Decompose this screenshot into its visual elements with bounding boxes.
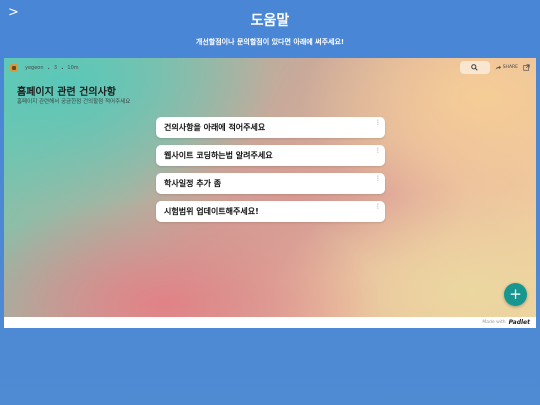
post-text: 학사일정 추가 좀 <box>164 179 222 188</box>
post-text: 웹사이트 코딩하는법 알려주세요 <box>164 151 273 160</box>
board-meta: yegeon • 3 • 10m <box>10 64 79 72</box>
post-card[interactable]: 건의사항을 아래에 적어주세요 ⋮ <box>156 117 385 138</box>
add-post-button[interactable]: + <box>504 283 527 306</box>
post-menu-icon[interactable]: ⋮ <box>375 120 381 126</box>
padlet-embed: yegeon • 3 • 10m SHARE 홈페이지 관련 건의사항 홈페이지… <box>4 58 536 328</box>
post-menu-icon[interactable]: ⋮ <box>375 176 381 182</box>
post-menu-icon[interactable]: ⋮ <box>375 148 381 154</box>
page-title: 도움말 <box>250 13 290 29</box>
like-count: 3 <box>53 65 58 71</box>
post-menu-icon[interactable]: ⋮ <box>375 204 381 210</box>
share-label: SHARE <box>502 65 518 70</box>
padlet-footer: Made with Padlet <box>4 317 536 328</box>
post-text: 건의사항을 아래에 적어주세요 <box>164 123 266 132</box>
board-time: 10m <box>67 65 79 71</box>
search-button[interactable] <box>459 61 490 74</box>
page-subtitle: 개선할점이나 문의할점이 있다면 아래에 써주세요! <box>195 38 345 46</box>
board-title: 홈페이지 관련 건의사항 <box>17 87 116 98</box>
owner-name[interactable]: yegeon <box>25 65 44 71</box>
owner-avatar[interactable] <box>10 64 18 72</box>
post-text: 시험범위 업데이트해주세요! <box>164 207 259 216</box>
share-button[interactable]: SHARE <box>495 65 518 71</box>
post-card[interactable]: 웹사이트 코딩하는법 알려주세요 ⋮ <box>156 145 385 166</box>
meta-separator: • <box>61 65 64 71</box>
padlet-board: yegeon • 3 • 10m SHARE 홈페이지 관련 건의사항 홈페이지… <box>4 58 536 317</box>
post-card[interactable]: 시험범위 업데이트해주세요! ⋮ <box>156 201 385 222</box>
board-top-bar: yegeon • 3 • 10m SHARE <box>4 58 536 78</box>
search-icon <box>471 64 478 71</box>
share-arrow-icon <box>495 65 501 70</box>
post-card[interactable]: 학사일정 추가 좀 ⋮ <box>156 173 385 194</box>
board-description: 홈페이지 관련해서 궁금한점 건의할점 적어주세요 <box>17 99 131 105</box>
padlet-logo[interactable]: Padlet <box>509 319 530 326</box>
top-right-actions: SHARE <box>459 61 530 74</box>
open-external-icon[interactable] <box>523 64 530 71</box>
made-with-label: Made with <box>482 320 506 325</box>
meta-separator: • <box>47 65 50 71</box>
post-list: 건의사항을 아래에 적어주세요 ⋮ 웹사이트 코딩하는법 알려주세요 ⋮ 학사일… <box>156 117 385 229</box>
